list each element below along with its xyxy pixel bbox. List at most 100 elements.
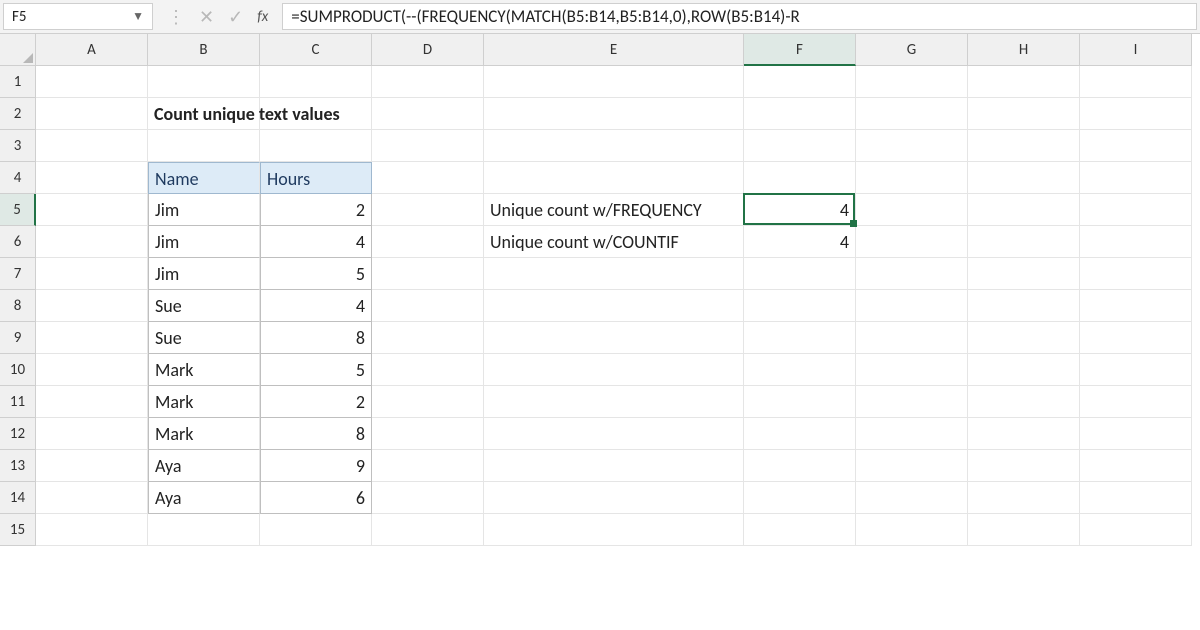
col-header-G[interactable]: G [856,34,968,66]
cell-H2[interactable] [968,98,1080,130]
row-header-1[interactable]: 1 [0,66,36,98]
cell-H12[interactable] [968,418,1080,450]
cell-I6[interactable] [1080,226,1192,258]
cell-F1[interactable] [744,66,856,98]
cell-D13[interactable] [372,450,484,482]
cell-G9[interactable] [856,322,968,354]
cell-F3[interactable] [744,130,856,162]
cell-H11[interactable] [968,386,1080,418]
cell-A9[interactable] [36,322,148,354]
cell-G12[interactable] [856,418,968,450]
col-header-B[interactable]: B [148,34,260,66]
cell-I9[interactable] [1080,322,1192,354]
cell-A8[interactable] [36,290,148,322]
table-cell-hours[interactable]: 9 [260,450,372,482]
table-header-name[interactable]: Name [148,162,260,194]
col-header-I[interactable]: I [1080,34,1192,66]
cell-G1[interactable] [856,66,968,98]
row-header-5[interactable]: 5 [0,194,36,226]
cell-A11[interactable] [36,386,148,418]
cell-C1[interactable] [260,66,372,98]
select-all-corner[interactable] [0,34,36,66]
cell-E15[interactable] [484,514,744,546]
cell-I5[interactable] [1080,194,1192,226]
cell-I11[interactable] [1080,386,1192,418]
cell-H14[interactable] [968,482,1080,514]
cell-E14[interactable] [484,482,744,514]
table-cell-hours[interactable]: 5 [260,354,372,386]
cell-F13[interactable] [744,450,856,482]
row-header-10[interactable]: 10 [0,354,36,386]
page-title[interactable]: Count unique text values [148,98,260,130]
cell-I15[interactable] [1080,514,1192,546]
cell-A1[interactable] [36,66,148,98]
fx-icon[interactable]: fx [257,8,268,26]
cell-I10[interactable] [1080,354,1192,386]
cell-H15[interactable] [968,514,1080,546]
cell-A2[interactable] [36,98,148,130]
cell-D5[interactable] [372,194,484,226]
cell-A10[interactable] [36,354,148,386]
cell-G7[interactable] [856,258,968,290]
cell-E9[interactable] [484,322,744,354]
cell-G15[interactable] [856,514,968,546]
cell-F7[interactable] [744,258,856,290]
table-cell-hours[interactable]: 2 [260,386,372,418]
cell-G13[interactable] [856,450,968,482]
table-cell-name[interactable]: Jim [148,194,260,226]
cell-C15[interactable] [260,514,372,546]
table-cell-hours[interactable]: 6 [260,482,372,514]
cell-F15[interactable] [744,514,856,546]
table-cell-name[interactable]: Jim [148,258,260,290]
cell-B15[interactable] [148,514,260,546]
table-cell-hours[interactable]: 5 [260,258,372,290]
cell-E7[interactable] [484,258,744,290]
cell-E10[interactable] [484,354,744,386]
cell-E2[interactable] [484,98,744,130]
row-header-11[interactable]: 11 [0,386,36,418]
label-countif[interactable]: Unique count w/COUNTIF [484,226,744,258]
cell-B3[interactable] [148,130,260,162]
table-cell-hours[interactable]: 4 [260,226,372,258]
cell-H8[interactable] [968,290,1080,322]
cell-I7[interactable] [1080,258,1192,290]
cell-E13[interactable] [484,450,744,482]
cell-H3[interactable] [968,130,1080,162]
cell-C2[interactable] [260,98,372,130]
cell-D8[interactable] [372,290,484,322]
cell-D6[interactable] [372,226,484,258]
cell-D10[interactable] [372,354,484,386]
cell-E11[interactable] [484,386,744,418]
cell-G8[interactable] [856,290,968,322]
cell-A5[interactable] [36,194,148,226]
row-header-7[interactable]: 7 [0,258,36,290]
cell-A15[interactable] [36,514,148,546]
col-header-C[interactable]: C [260,34,372,66]
cell-I2[interactable] [1080,98,1192,130]
cell-H9[interactable] [968,322,1080,354]
cell-D15[interactable] [372,514,484,546]
row-header-14[interactable]: 14 [0,482,36,514]
cell-G2[interactable] [856,98,968,130]
table-cell-name[interactable]: Mark [148,354,260,386]
cell-H4[interactable] [968,162,1080,194]
cell-F9[interactable] [744,322,856,354]
row-header-4[interactable]: 4 [0,162,36,194]
cell-G5[interactable] [856,194,968,226]
table-cell-name[interactable]: Aya [148,482,260,514]
cell-G4[interactable] [856,162,968,194]
cell-F10[interactable] [744,354,856,386]
cell-D2[interactable] [372,98,484,130]
cell-I14[interactable] [1080,482,1192,514]
cell-E3[interactable] [484,130,744,162]
cell-I8[interactable] [1080,290,1192,322]
row-header-2[interactable]: 2 [0,98,36,130]
cell-I12[interactable] [1080,418,1192,450]
name-box[interactable]: F5 ▼ [3,3,153,30]
col-header-H[interactable]: H [968,34,1080,66]
cell-D1[interactable] [372,66,484,98]
col-header-D[interactable]: D [372,34,484,66]
cell-G14[interactable] [856,482,968,514]
row-header-13[interactable]: 13 [0,450,36,482]
label-frequency[interactable]: Unique count w/FREQUENCY [484,194,744,226]
